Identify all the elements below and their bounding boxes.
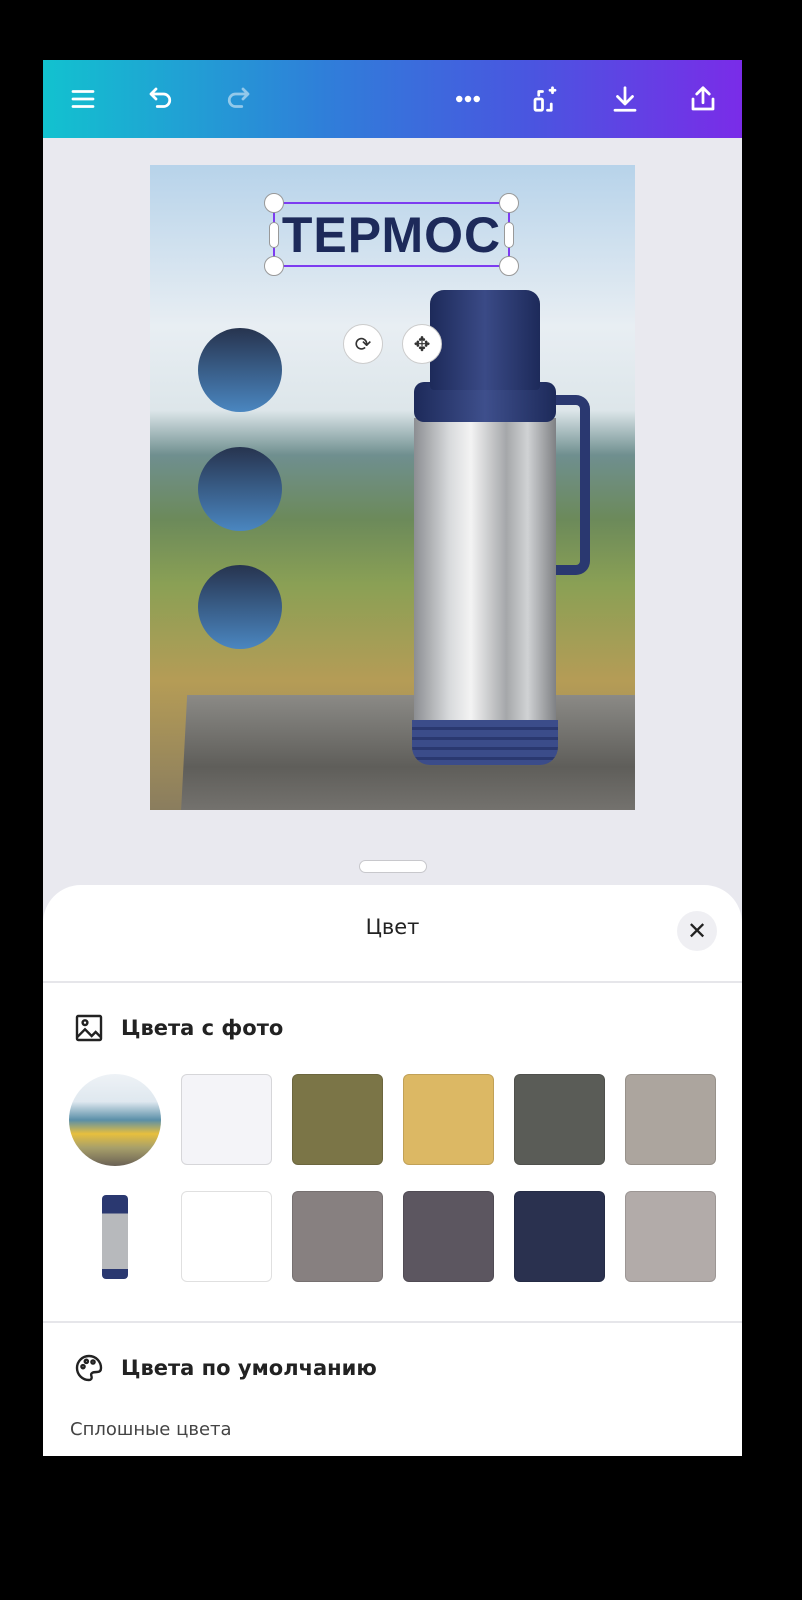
circle-shape[interactable] [198,565,282,649]
color-swatch[interactable] [514,1074,605,1165]
side-handle[interactable] [504,222,514,248]
resize-handle[interactable] [264,256,284,276]
color-swatch[interactable] [292,1074,383,1165]
top-toolbar [43,60,742,138]
panel-title: Цвет [365,915,420,939]
color-swatch[interactable] [181,1191,272,1282]
side-handle[interactable] [269,222,279,248]
resize-handle[interactable] [499,193,519,213]
design-page[interactable]: ТЕРМОС ⟳ ✥ [150,165,635,810]
default-colors-label: Цвета по умолчанию [121,1356,377,1380]
divider [43,981,742,983]
solid-colors-label: Сплошные цвета [70,1419,232,1440]
photo-colors-heading: Цвета с фото [73,1012,283,1044]
download-icon[interactable] [605,79,645,119]
close-button[interactable]: ✕ [677,911,717,951]
circle-shape[interactable] [198,447,282,531]
design-title[interactable]: ТЕРМОС [275,204,508,265]
color-swatch[interactable] [292,1191,383,1282]
redo-icon[interactable] [218,79,258,119]
thermos-photo-source[interactable] [69,1191,161,1283]
magic-resize-icon[interactable] [525,79,565,119]
menu-icon[interactable] [63,79,103,119]
selected-text-element[interactable]: ТЕРМОС [264,193,519,276]
divider [43,1321,742,1323]
color-swatch[interactable] [403,1074,494,1165]
move-icon[interactable]: ✥ [402,324,442,364]
color-swatch[interactable] [514,1191,605,1282]
more-icon[interactable] [448,79,488,119]
rotate-icon[interactable]: ⟳ [343,324,383,364]
wooden-table-image [180,695,635,810]
default-colors-heading: Цвета по умолчанию [73,1352,377,1384]
circle-shape[interactable] [198,328,282,412]
photo-colors-label: Цвета с фото [121,1016,284,1040]
color-swatch[interactable] [181,1074,272,1165]
palette-icon [75,1354,103,1382]
resize-handle[interactable] [499,256,519,276]
resize-handle[interactable] [264,193,284,213]
color-panel: Цвет ✕ Цвета с фото Цвета по умолчанию С… [43,885,742,1456]
share-icon[interactable] [683,79,723,119]
color-swatch[interactable] [625,1074,716,1165]
color-swatch[interactable] [625,1191,716,1282]
landscape-photo-source[interactable] [69,1074,161,1166]
image-icon [75,1014,103,1042]
phone-screen: ТЕРМОС ⟳ ✥ Цвет ✕ Цвета с фото Цвета по … [43,60,742,1456]
undo-icon[interactable] [141,79,181,119]
sheet-drag-handle[interactable] [359,860,427,873]
color-swatch[interactable] [403,1191,494,1282]
